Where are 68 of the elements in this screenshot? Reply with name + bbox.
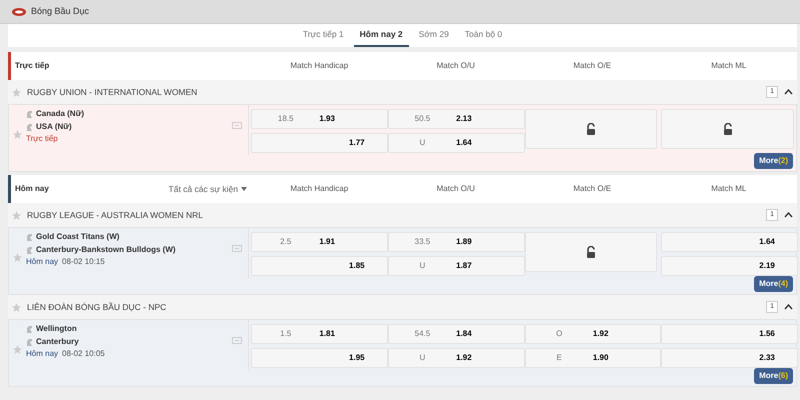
lock-icon bbox=[586, 123, 596, 135]
odds-cell[interactable]: U 1.92 bbox=[388, 348, 524, 368]
match-time: 08-02 10:15 bbox=[62, 256, 105, 268]
more-button[interactable]: More(6) bbox=[754, 368, 793, 384]
tab[interactable]: Toàn bộ 0 bbox=[458, 24, 508, 47]
tab[interactable]: Trực tiếp 1 bbox=[296, 24, 350, 47]
sport-logo-icon bbox=[12, 8, 26, 16]
match-status: Hôm nay bbox=[26, 348, 58, 360]
caret-icon[interactable] bbox=[784, 212, 793, 218]
more-button[interactable]: More(4) bbox=[754, 276, 793, 292]
star-icon[interactable] bbox=[12, 210, 21, 220]
odds-cell[interactable]: 50.5 2.13 bbox=[388, 109, 524, 129]
column-header: Match O/U bbox=[436, 183, 476, 195]
screen-icon[interactable] bbox=[232, 244, 242, 252]
odds-cell[interactable]: U 1.87 bbox=[388, 256, 524, 276]
odds-cell[interactable]: 2.33 bbox=[661, 348, 798, 368]
league-name: RUGBY LEAGUE - AUSTRALIA WOMEN NRL bbox=[27, 208, 204, 222]
caret-down-icon bbox=[241, 187, 247, 192]
star-icon[interactable] bbox=[12, 88, 21, 96]
team-name: USA (Nữ) bbox=[36, 121, 72, 133]
league-name: RUGBY UNION - INTERNATIONAL WOMEN bbox=[27, 86, 198, 98]
odds-cell[interactable]: E 1.90 bbox=[524, 348, 662, 368]
odds-cell[interactable]: 2.19 bbox=[661, 256, 798, 276]
section-label: Trực tiếp bbox=[14, 60, 50, 72]
odds-cell[interactable]: 1.77 bbox=[251, 133, 388, 153]
column-header: Match ML bbox=[710, 60, 748, 72]
sport-title: Bóng Bầu Dục bbox=[31, 4, 90, 18]
odds-cell[interactable]: U 1.64 bbox=[388, 133, 524, 153]
lock-icon bbox=[586, 246, 596, 258]
column-header: Match Handicap bbox=[289, 183, 350, 195]
star-icon[interactable] bbox=[12, 302, 21, 312]
section-label: Hôm nay bbox=[14, 183, 49, 195]
match-time: 08-02 10:05 bbox=[62, 348, 105, 360]
team-name: Canterbury-Bankstown Bulldogs (W) bbox=[36, 244, 176, 256]
team-name: Wellington bbox=[36, 323, 77, 335]
team-name: Gold Coast Titans (W) bbox=[36, 231, 120, 243]
caret-icon[interactable] bbox=[784, 304, 793, 310]
lock-icon bbox=[722, 123, 733, 135]
column-header: Match O/E bbox=[572, 60, 612, 72]
caret-icon[interactable] bbox=[784, 89, 793, 95]
star-icon[interactable] bbox=[13, 130, 22, 139]
odds-cell[interactable]: 33.5 1.89 bbox=[388, 232, 524, 252]
column-header: Match O/E bbox=[572, 183, 612, 195]
odds-cell[interactable]: 1.56 bbox=[661, 324, 798, 344]
odds-cell[interactable]: 1.64 bbox=[661, 232, 798, 252]
league-name: LIÊN ĐOÀN BÓNG BẦU DỤC - NPC bbox=[27, 300, 166, 314]
odds-cell[interactable]: 54.5 1.84 bbox=[388, 324, 524, 344]
column-header: Match ML bbox=[710, 183, 748, 195]
screen-icon[interactable] bbox=[232, 122, 242, 128]
event-filter-dropdown[interactable]: Tất cả các sự kiện bbox=[168, 182, 247, 196]
team-name: Canterbury bbox=[36, 336, 79, 348]
tab[interactable]: Sớm 29 bbox=[412, 24, 455, 47]
tab[interactable]: Hôm nay 2 bbox=[354, 24, 409, 47]
match-status: Trực tiếp bbox=[26, 133, 58, 145]
screen-icon[interactable] bbox=[232, 336, 242, 344]
odds-cell[interactable]: 18.5 1.93 bbox=[251, 109, 388, 129]
odds-cell[interactable]: 1.95 bbox=[251, 348, 388, 368]
star-icon[interactable] bbox=[13, 253, 22, 262]
column-header: Match O/U bbox=[436, 60, 476, 72]
match-status: Hôm nay bbox=[26, 256, 58, 268]
more-button[interactable]: More(2) bbox=[754, 153, 793, 169]
odds-cell[interactable]: 2.5 1.91 bbox=[251, 232, 388, 252]
team-name: Canada (Nữ) bbox=[36, 108, 84, 120]
star-icon[interactable] bbox=[13, 345, 22, 354]
column-header: Match Handicap bbox=[289, 60, 350, 72]
odds-cell[interactable]: 1.5 1.81 bbox=[251, 324, 388, 344]
odds-cell[interactable]: O 1.92 bbox=[524, 324, 662, 344]
odds-cell[interactable]: 1.85 bbox=[251, 256, 388, 276]
